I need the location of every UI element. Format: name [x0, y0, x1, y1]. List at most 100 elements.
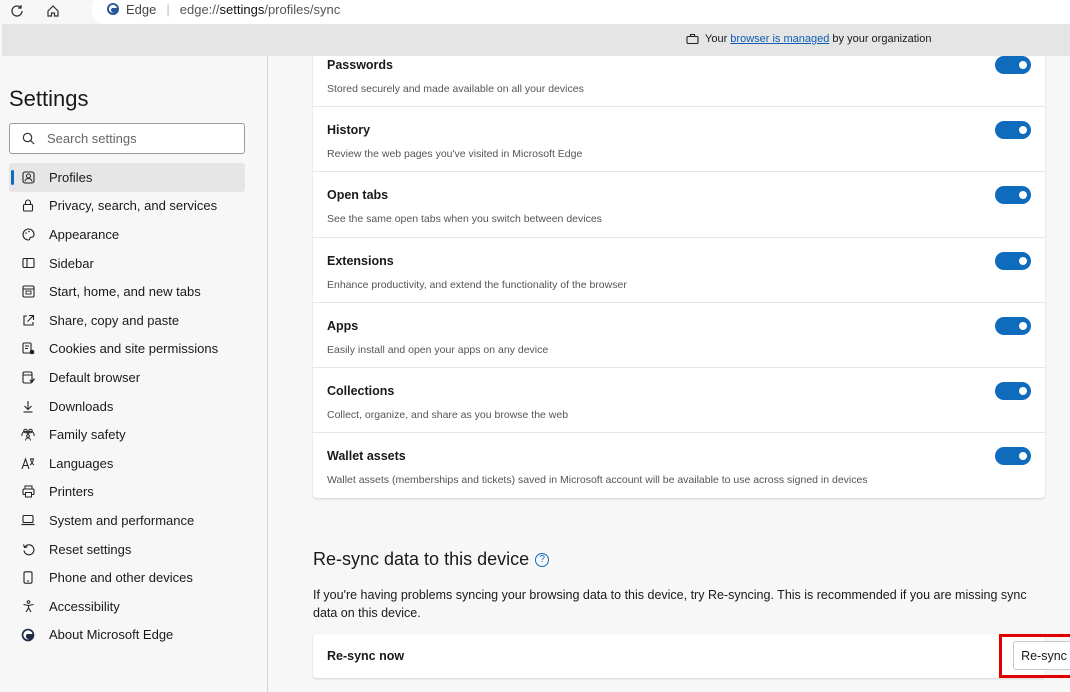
sync-row-description: Enhance productivity, and extend the fun…	[327, 278, 627, 291]
sidebar-item-label: Phone and other devices	[49, 570, 193, 586]
sidebar-item-label: Appearance	[49, 226, 120, 242]
resync-card: Re-sync now Re-sync	[313, 634, 1070, 678]
main-content: Passwords Stored securely and made availa…	[269, 56, 1070, 692]
site-name: Edge	[126, 1, 157, 17]
search-box[interactable]	[9, 123, 245, 154]
url-text: edge://settings/profiles/sync	[179, 1, 341, 17]
sync-toggle[interactable]	[995, 121, 1031, 140]
sidebar-item-label: Start, home, and new tabs	[49, 284, 201, 300]
sync-row-history: History Review the web pages you've visit…	[313, 107, 1045, 173]
sidebar-item-privacy-search-and-services[interactable]: Privacy, search, and services	[9, 192, 245, 221]
languages-icon	[21, 456, 35, 470]
briefcase-icon	[686, 33, 699, 45]
help-icon[interactable]: ?	[535, 552, 550, 567]
sync-row-title: Passwords	[327, 58, 394, 72]
sync-row-collections: Collections Collect, organize, and share …	[313, 368, 1045, 434]
sync-row-description: Easily install and open your apps on any…	[327, 343, 549, 356]
search-icon	[22, 132, 35, 145]
sync-row-title: Wallet assets	[327, 449, 406, 464]
sidebar-item-appearance[interactable]: Appearance	[9, 220, 245, 249]
search-input[interactable]	[47, 131, 227, 146]
share-icon	[21, 313, 35, 327]
sidebar-item-phone-and-other-devices[interactable]: Phone and other devices	[9, 563, 245, 592]
url-box[interactable]: Edge | edge://settings/profiles/sync	[92, 0, 1070, 24]
sidebar-item-reset-settings[interactable]: Reset settings	[9, 535, 245, 564]
sync-toggle[interactable]	[995, 56, 1031, 74]
sync-row-title: History	[327, 123, 371, 138]
resync-now-label: Re-sync now	[327, 649, 405, 663]
default-browser-icon	[21, 370, 35, 384]
sidebar-item-default-browser[interactable]: Default browser	[9, 363, 245, 392]
sidebar-item-label: Share, copy and paste	[49, 312, 180, 328]
refresh-button[interactable]	[6, 0, 28, 22]
sync-items-card: Passwords Stored securely and made availa…	[313, 56, 1045, 499]
sync-row-title: Apps	[327, 318, 359, 333]
sync-toggle[interactable]	[995, 316, 1031, 335]
sync-row-title: Collections	[327, 383, 395, 398]
sidebar-item-label: Printers	[49, 484, 94, 500]
sync-row-title: Open tabs	[327, 188, 389, 203]
sidebar-item-sidebar[interactable]: Sidebar	[9, 249, 245, 278]
sync-toggle[interactable]	[995, 381, 1031, 400]
sync-row-description: See the same open tabs when you switch b…	[327, 213, 602, 226]
sidebar-item-start-home-and-new-tabs[interactable]: Start, home, and new tabs	[9, 277, 245, 306]
settings-title: Settings	[9, 86, 89, 111]
resync-button[interactable]: Re-sync	[1013, 641, 1070, 670]
sync-row-description: Wallet assets (memberships and tickets) …	[327, 474, 868, 487]
sidebar-item-accessibility[interactable]: Accessibility	[9, 592, 245, 621]
sidebar-item-label: Cookies and site permissions	[49, 341, 219, 357]
sidebar-item-label: Default browser	[49, 369, 141, 385]
sidebar-item-label: Downloads	[49, 398, 114, 414]
sidebar-item-family-safety[interactable]: Family safety	[9, 420, 245, 449]
sync-row-description: Stored securely and made available on al…	[327, 83, 584, 95]
sidebar-item-downloads[interactable]: Downloads	[9, 392, 245, 421]
sidebar-item-printers[interactable]: Printers	[9, 478, 245, 507]
sidebar-item-label: Languages	[49, 455, 114, 471]
home-button[interactable]	[42, 0, 64, 22]
sidebar-item-label: Sidebar	[49, 255, 94, 271]
sync-toggle[interactable]	[995, 447, 1031, 466]
sync-row-extensions: Extensions Enhance productivity, and exte…	[313, 238, 1045, 303]
sync-row-description: Review the web pages you've visited in M…	[327, 148, 583, 161]
sidebar-icon	[21, 256, 35, 270]
browser-managed-link[interactable]: browser is managed	[730, 33, 829, 45]
sync-row-apps: Apps Easily install and open your apps on…	[313, 303, 1045, 368]
family-icon	[21, 428, 35, 442]
resync-description: If you're having problems syncing your b…	[313, 588, 1027, 620]
sync-row-open-tabs: Open tabs See the same open tabs when you…	[313, 172, 1045, 238]
sidebar-nav: Profiles Privacy, search, and services App…	[9, 163, 245, 649]
sidebar-item-system-and-performance[interactable]: System and performance	[9, 506, 245, 535]
sidebar-item-share-copy-and-paste[interactable]: Share, copy and paste	[9, 306, 245, 335]
url-separator: |	[166, 1, 170, 17]
palette-icon	[21, 227, 35, 241]
sync-toggle[interactable]	[995, 186, 1031, 205]
address-bar: Edge | edge://settings/profiles/sync	[0, 0, 1070, 24]
sidebar-item-label: Family safety	[49, 427, 126, 443]
sidebar-item-label: Reset settings	[49, 541, 132, 557]
sidebar-item-label: Privacy, search, and services	[49, 198, 218, 214]
sync-toggle[interactable]	[995, 251, 1031, 270]
banner-text: Your browser is managed by your organiza…	[705, 33, 932, 45]
sync-row-passwords: Passwords Stored securely and made availa…	[313, 56, 1045, 108]
sync-row-description: Collect, organize, and share as you brow…	[327, 408, 569, 421]
reset-icon	[21, 542, 35, 556]
site-chip: Edge	[106, 2, 156, 17]
sidebar-item-profiles[interactable]: Profiles	[9, 163, 245, 192]
sidebar-item-label: Accessibility	[49, 598, 120, 614]
home-icon	[47, 5, 59, 17]
lock-icon	[21, 199, 35, 213]
refresh-icon	[11, 5, 23, 17]
settings-sidebar: Settings Profiles Privacy, search, and se…	[0, 56, 268, 692]
sidebar-item-label: About Microsoft Edge	[49, 627, 174, 643]
resync-heading: Re-sync data to this device ?	[313, 549, 550, 570]
sync-row-title: Extensions	[327, 253, 394, 268]
edge-logo-icon	[21, 628, 35, 642]
download-icon	[21, 399, 35, 413]
sidebar-item-label: Profiles	[49, 169, 93, 185]
home-tabs-icon	[21, 285, 35, 299]
sidebar-item-cookies-and-site-permissions[interactable]: Cookies and site permissions	[9, 335, 245, 364]
profile-icon	[21, 170, 35, 184]
laptop-icon	[21, 513, 35, 527]
sidebar-item-languages[interactable]: Languages	[9, 449, 245, 478]
sidebar-item-about-microsoft-edge[interactable]: About Microsoft Edge	[9, 621, 245, 650]
